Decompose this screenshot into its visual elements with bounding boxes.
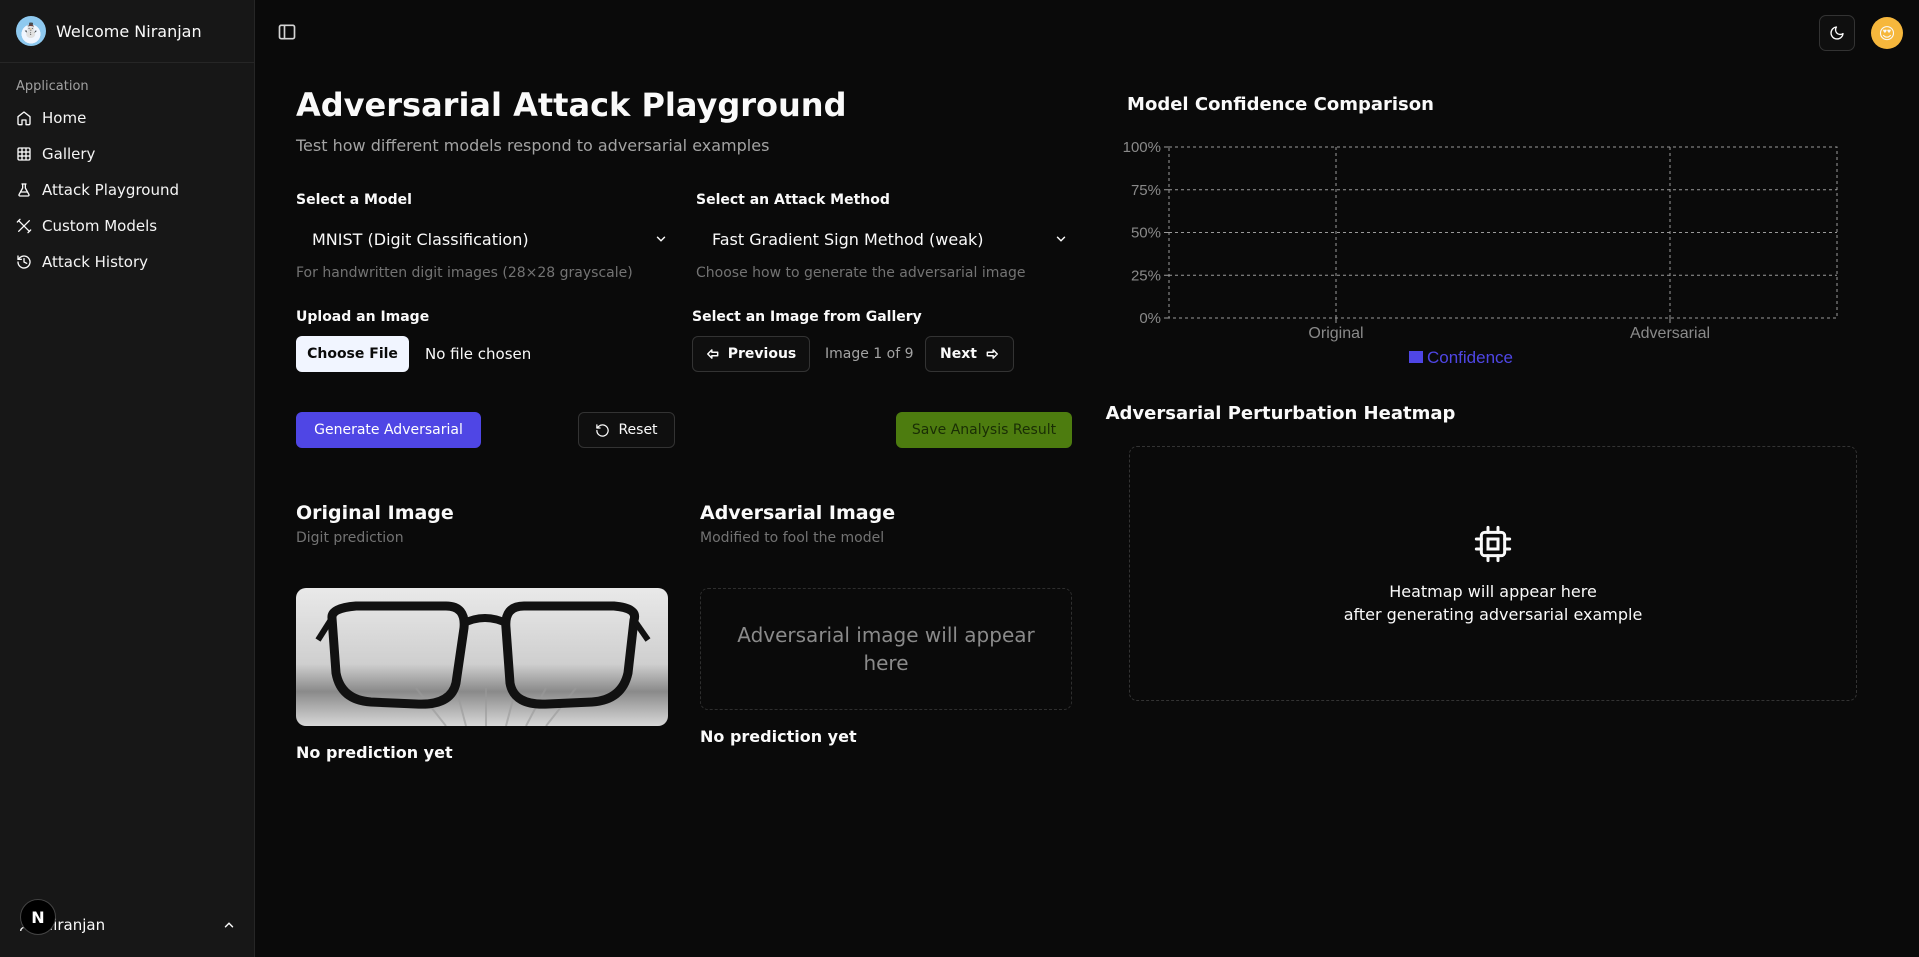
upload-label: Upload an Image [296, 309, 430, 325]
sidebar-item-attack-playground[interactable]: Attack Playground [0, 172, 254, 208]
chart-ytick-label: 25% [1131, 267, 1161, 284]
original-image-subtitle: Digit prediction [296, 530, 404, 546]
adversarial-image-title: Adversarial Image [700, 502, 896, 524]
heatmap-title: Adversarial Perturbation Heatmap [1105, 403, 1456, 424]
cpu-icon [1474, 525, 1512, 562]
sidebar-item-label: Attack History [42, 253, 149, 271]
tools-icon [16, 218, 32, 234]
generate-adversarial-button[interactable]: Generate Adversarial [296, 412, 481, 448]
model-select-label: Select a Model [296, 192, 412, 208]
arrow-right-icon [986, 349, 998, 359]
home-icon [17, 111, 31, 126]
flask-icon [18, 183, 30, 197]
chevron-down-icon [656, 236, 666, 242]
chart-xtick-label: Adversarial [1630, 325, 1710, 342]
chart-title: Model Confidence Comparison [1127, 94, 1434, 115]
sidebar: ⛄ Welcome Niranjan Application Home Gall… [0, 0, 255, 957]
chart-xtick-label: Original [1308, 325, 1363, 342]
confidence-chart: 0% 25% 50% 75% 100% Original Adversarial Confid… [1123, 139, 1838, 367]
chart-legend-label: Confidence [1427, 348, 1513, 367]
next-label: Next [940, 346, 977, 362]
app-root: ⛄ Welcome Niranjan Application Home Gall… [0, 0, 1919, 957]
sidebar-item-gallery[interactable]: Gallery [0, 136, 254, 172]
moon-icon [1830, 26, 1844, 40]
chart-ytick-label: 75% [1131, 182, 1161, 199]
model-hint: For handwritten digit images (28×28 gray… [296, 265, 633, 281]
original-image [296, 588, 668, 726]
next-button[interactable]: Next [925, 336, 1014, 372]
attack-method-select[interactable]: Fast Gradient Sign Method (weak) [696, 221, 1068, 257]
main-content: 😍 Adversarial Attack Playground Test how… [255, 0, 1919, 957]
attack-hint: Choose how to generate the adversarial i… [696, 265, 1026, 281]
adversarial-prediction: No prediction yet [700, 727, 857, 746]
sidebar-item-label: Home [42, 109, 87, 127]
choose-file-button[interactable]: Choose File [296, 336, 409, 372]
gallery-page-indicator: Image 1 of 9 [825, 346, 914, 362]
sidebar-item-label: Attack Playground [42, 181, 180, 199]
chart-ytick-label: 100% [1123, 139, 1161, 156]
rotate-ccw-icon [596, 423, 610, 437]
heatmap-line-1: Heatmap will appear here [1389, 581, 1597, 601]
original-prediction: No prediction yet [296, 743, 453, 762]
sidebar-item-label: Custom Models [42, 217, 158, 235]
model-select[interactable]: MNIST (Digit Classification) [296, 221, 668, 257]
heatmap-placeholder: Heatmap will appear here after generatin… [1129, 446, 1857, 701]
page-subtitle: Test how different models respond to adv… [296, 136, 770, 155]
welcome-text: Welcome Niranjan [56, 21, 202, 41]
chevron-down-icon [1056, 236, 1066, 242]
reset-button[interactable]: Reset [578, 412, 675, 448]
chart-ytick-label: 50% [1131, 225, 1161, 242]
history-icon [17, 255, 31, 269]
sidebar-item-label: Gallery [42, 145, 96, 163]
grid-icon [17, 147, 31, 161]
sidebar-item-home[interactable]: Home [0, 100, 254, 136]
sidebar-group-label: Application [16, 79, 89, 94]
page-title: Adversarial Attack Playground [296, 86, 847, 124]
theme-toggle-button[interactable] [1819, 15, 1855, 51]
adversarial-image-subtitle: Modified to fool the model [700, 530, 885, 546]
original-image-title: Original Image [296, 502, 454, 524]
attack-select-label: Select an Attack Method [696, 192, 890, 208]
arrow-left-icon [706, 349, 719, 359]
n-badge[interactable]: N [20, 899, 56, 935]
glasses-image-icon [315, 601, 651, 726]
chart-ytick-label: 0% [1139, 310, 1161, 327]
snowman-avatar-icon: ⛄ [16, 16, 46, 46]
previous-label: Previous [727, 346, 797, 362]
reset-label: Reset [618, 422, 658, 438]
sidebar-item-custom-models[interactable]: Custom Models [0, 208, 254, 244]
sidebar-item-attack-history[interactable]: Attack History [0, 244, 254, 280]
chart-legend-swatch [1409, 351, 1423, 363]
sidebar-toggle-icon[interactable] [277, 22, 297, 42]
adversarial-image-placeholder: Adversarial image will appear here [700, 588, 1072, 710]
chevron-up-icon [224, 922, 234, 928]
file-status: No file chosen [425, 345, 532, 363]
heatmap-line-2: after generating adversarial example [1343, 604, 1643, 624]
chart-plot-frame [1168, 146, 1838, 319]
gallery-label: Select an Image from Gallery [692, 309, 922, 325]
user-avatar[interactable]: 😍 [1871, 17, 1903, 49]
previous-button[interactable]: Previous [692, 336, 810, 372]
attack-select-value: Fast Gradient Sign Method (weak) [712, 229, 984, 249]
model-select-value: MNIST (Digit Classification) [312, 229, 529, 249]
sidebar-header[interactable]: ⛄ Welcome Niranjan [0, 0, 254, 63]
